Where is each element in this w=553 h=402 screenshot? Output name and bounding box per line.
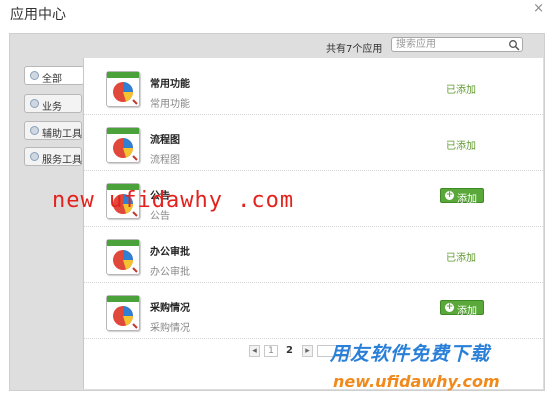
add-button-label: 添加 (457, 194, 477, 205)
list-item: 常用功能 常用功能 已添加 (84, 58, 543, 115)
category-icon (30, 126, 39, 135)
category-icon (30, 152, 39, 161)
app-chart-icon (106, 295, 140, 331)
app-chart-icon (106, 71, 140, 107)
added-status: 已添加 (446, 141, 476, 152)
next-page-icon[interactable]: ▸ (302, 345, 313, 357)
app-name: 采购情况 (150, 303, 190, 314)
added-status: 已添加 (446, 253, 476, 264)
sidebar-item-aux-tools[interactable]: 辅助工具 (24, 121, 82, 140)
add-button-label: 添加 (457, 306, 477, 317)
watermark-main: new ufidawhy .com (52, 188, 295, 213)
window-title: 应用中心 (10, 7, 66, 23)
app-chart-icon (106, 239, 140, 275)
added-status: 已添加 (446, 85, 476, 96)
app-name: 流程图 (150, 135, 180, 146)
page-1-button[interactable]: 1 (264, 345, 278, 357)
watermark-url: new.ufidawhy.com (333, 372, 500, 391)
close-icon[interactable]: × (533, 1, 544, 16)
app-name: 办公审批 (150, 247, 190, 258)
app-desc: 采购情况 (150, 323, 190, 334)
watermark-cn: 用友软件免费下载 (330, 343, 491, 365)
sidebar-item-label: 辅助工具 (42, 129, 82, 140)
list-item: 办公审批 办公审批 已添加 (84, 226, 543, 283)
app-name: 常用功能 (150, 79, 190, 90)
sidebar-item-label: 服务工具 (42, 155, 82, 166)
list-item: 流程图 流程图 已添加 (84, 114, 543, 171)
sidebar-item-service-tools[interactable]: 服务工具 (24, 147, 82, 166)
app-count: 共有7个应用 (326, 44, 383, 55)
page-2-current[interactable]: 2 (286, 345, 293, 356)
plus-icon: + (445, 190, 454, 200)
app-desc: 常用功能 (150, 99, 190, 110)
sidebar-item-all[interactable]: 全部 (24, 66, 84, 85)
prev-page-icon[interactable]: ◂ (249, 345, 260, 357)
app-desc: 流程图 (150, 155, 180, 166)
sidebar-item-label: 全部 (42, 74, 62, 85)
add-button[interactable]: + 添加 (440, 188, 484, 205)
sidebar-item-label: 业务 (42, 102, 62, 113)
list-item: 采购情况 采购情况 + 添加 (84, 282, 543, 339)
app-chart-icon (106, 127, 140, 163)
plus-icon: + (445, 302, 454, 312)
search-input[interactable] (391, 37, 523, 52)
category-icon (30, 71, 39, 80)
category-icon (30, 99, 39, 108)
add-button[interactable]: + 添加 (440, 300, 484, 317)
app-desc: 办公审批 (150, 267, 190, 278)
search-icon[interactable] (508, 39, 520, 51)
sidebar-item-business[interactable]: 业务 (24, 94, 82, 113)
